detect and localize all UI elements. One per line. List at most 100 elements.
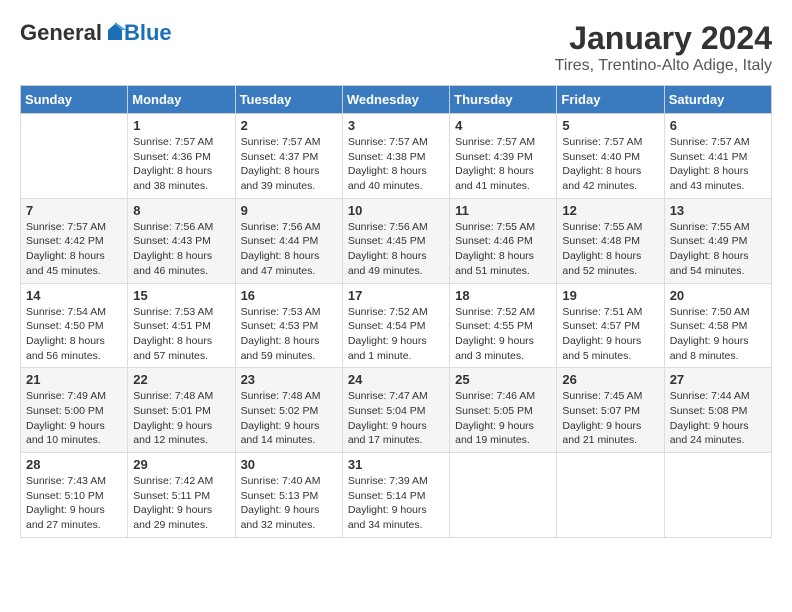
day-number: 19 [562, 288, 658, 303]
calendar-cell: 2 Sunrise: 7:57 AM Sunset: 4:37 PM Daylig… [235, 114, 342, 199]
calendar-cell: 8Sunrise: 7:56 AM Sunset: 4:43 PM Daylig… [128, 198, 235, 283]
calendar-cell: 5 Sunrise: 7:57 AM Sunset: 4:40 PM Daylig… [557, 114, 664, 199]
day-info: Sunrise: 7:57 AM Sunset: 4:37 PM Dayligh… [241, 135, 337, 194]
day-info: Sunrise: 7:45 AM Sunset: 5:07 PM Dayligh… [562, 389, 658, 448]
day-info: Sunrise: 7:57 AM Sunset: 4:36 PM Dayligh… [133, 135, 229, 194]
day-info: Sunrise: 7:55 AM Sunset: 4:49 PM Dayligh… [670, 220, 766, 279]
day-info: Sunrise: 7:54 AM Sunset: 4:50 PM Dayligh… [26, 305, 122, 364]
day-number: 17 [348, 288, 444, 303]
day-number: 31 [348, 457, 444, 472]
calendar-cell: 21Sunrise: 7:49 AM Sunset: 5:00 PM Dayli… [21, 368, 128, 453]
day-info: Sunrise: 7:39 AM Sunset: 5:14 PM Dayligh… [348, 474, 444, 533]
calendar-cell: 1 Sunrise: 7:57 AM Sunset: 4:36 PM Daylig… [128, 114, 235, 199]
day-number: 1 [133, 118, 229, 133]
day-info: Sunrise: 7:43 AM Sunset: 5:10 PM Dayligh… [26, 474, 122, 533]
day-info: Sunrise: 7:55 AM Sunset: 4:48 PM Dayligh… [562, 220, 658, 279]
day-info: Sunrise: 7:40 AM Sunset: 5:13 PM Dayligh… [241, 474, 337, 533]
day-info: Sunrise: 7:57 AM Sunset: 4:42 PM Dayligh… [26, 220, 122, 279]
calendar-cell [450, 453, 557, 538]
calendar-cell: 3 Sunrise: 7:57 AM Sunset: 4:38 PM Daylig… [342, 114, 449, 199]
day-info: Sunrise: 7:57 AM Sunset: 4:41 PM Dayligh… [670, 135, 766, 194]
calendar-cell: 14 Sunrise: 7:54 AM Sunset: 4:50 PM Dayli… [21, 283, 128, 368]
day-number: 10 [348, 203, 444, 218]
day-number: 8 [133, 203, 229, 218]
day-info: Sunrise: 7:57 AM Sunset: 4:38 PM Dayligh… [348, 135, 444, 194]
day-number: 29 [133, 457, 229, 472]
day-info: Sunrise: 7:51 AM Sunset: 4:57 PM Dayligh… [562, 305, 658, 364]
weekday-header-wednesday: Wednesday [342, 86, 449, 114]
header: General Blue January 2024 Tires, Trentin… [20, 20, 772, 75]
logo: General Blue [20, 20, 172, 46]
weekday-header-sunday: Sunday [21, 86, 128, 114]
day-number: 23 [241, 372, 337, 387]
day-info: Sunrise: 7:57 AM Sunset: 4:39 PM Dayligh… [455, 135, 551, 194]
day-number: 20 [670, 288, 766, 303]
day-number: 2 [241, 118, 337, 133]
calendar-cell: 25 Sunrise: 7:46 AM Sunset: 5:05 PM Dayli… [450, 368, 557, 453]
calendar-cell: 4 Sunrise: 7:57 AM Sunset: 4:39 PM Daylig… [450, 114, 557, 199]
day-number: 18 [455, 288, 551, 303]
day-number: 25 [455, 372, 551, 387]
day-info: Sunrise: 7:44 AM Sunset: 5:08 PM Dayligh… [670, 389, 766, 448]
calendar-cell: 30Sunrise: 7:40 AM Sunset: 5:13 PM Dayli… [235, 453, 342, 538]
week-row-4: 21Sunrise: 7:49 AM Sunset: 5:00 PM Dayli… [21, 368, 772, 453]
weekday-header-thursday: Thursday [450, 86, 557, 114]
day-info: Sunrise: 7:56 AM Sunset: 4:44 PM Dayligh… [241, 220, 337, 279]
calendar-cell: 27 Sunrise: 7:44 AM Sunset: 5:08 PM Dayli… [664, 368, 771, 453]
calendar-cell: 18 Sunrise: 7:52 AM Sunset: 4:55 PM Dayli… [450, 283, 557, 368]
calendar-cell: 9 Sunrise: 7:56 AM Sunset: 4:44 PM Daylig… [235, 198, 342, 283]
day-number: 21 [26, 372, 122, 387]
day-info: Sunrise: 7:48 AM Sunset: 5:01 PM Dayligh… [133, 389, 229, 448]
day-info: Sunrise: 7:53 AM Sunset: 4:51 PM Dayligh… [133, 305, 229, 364]
day-info: Sunrise: 7:48 AM Sunset: 5:02 PM Dayligh… [241, 389, 337, 448]
day-number: 6 [670, 118, 766, 133]
logo-general-text: General [20, 20, 102, 46]
calendar-cell [664, 453, 771, 538]
day-number: 26 [562, 372, 658, 387]
day-info: Sunrise: 7:52 AM Sunset: 4:55 PM Dayligh… [455, 305, 551, 364]
calendar-cell: 24 Sunrise: 7:47 AM Sunset: 5:04 PM Dayli… [342, 368, 449, 453]
day-number: 7 [26, 203, 122, 218]
day-number: 14 [26, 288, 122, 303]
weekday-header-row: SundayMondayTuesdayWednesdayThursdayFrid… [21, 86, 772, 114]
day-number: 16 [241, 288, 337, 303]
calendar-cell: 10 Sunrise: 7:56 AM Sunset: 4:45 PM Dayli… [342, 198, 449, 283]
calendar-cell: 11Sunrise: 7:55 AM Sunset: 4:46 PM Dayli… [450, 198, 557, 283]
day-number: 4 [455, 118, 551, 133]
day-number: 27 [670, 372, 766, 387]
calendar-cell: 7 Sunrise: 7:57 AM Sunset: 4:42 PM Daylig… [21, 198, 128, 283]
day-info: Sunrise: 7:57 AM Sunset: 4:40 PM Dayligh… [562, 135, 658, 194]
week-row-3: 14 Sunrise: 7:54 AM Sunset: 4:50 PM Dayli… [21, 283, 772, 368]
calendar-cell: 22 Sunrise: 7:48 AM Sunset: 5:01 PM Dayli… [128, 368, 235, 453]
day-number: 9 [241, 203, 337, 218]
week-row-2: 7 Sunrise: 7:57 AM Sunset: 4:42 PM Daylig… [21, 198, 772, 283]
calendar-cell: 17 Sunrise: 7:52 AM Sunset: 4:54 PM Dayli… [342, 283, 449, 368]
logo-icon [104, 22, 126, 44]
weekday-header-saturday: Saturday [664, 86, 771, 114]
day-number: 15 [133, 288, 229, 303]
day-number: 5 [562, 118, 658, 133]
day-number: 3 [348, 118, 444, 133]
weekday-header-friday: Friday [557, 86, 664, 114]
calendar-cell: 26 Sunrise: 7:45 AM Sunset: 5:07 PM Dayli… [557, 368, 664, 453]
calendar-cell: 29 Sunrise: 7:42 AM Sunset: 5:11 PM Dayli… [128, 453, 235, 538]
day-number: 22 [133, 372, 229, 387]
day-number: 11 [455, 203, 551, 218]
day-number: 24 [348, 372, 444, 387]
day-info: Sunrise: 7:50 AM Sunset: 4:58 PM Dayligh… [670, 305, 766, 364]
calendar-cell: 12Sunrise: 7:55 AM Sunset: 4:48 PM Dayli… [557, 198, 664, 283]
day-info: Sunrise: 7:42 AM Sunset: 5:11 PM Dayligh… [133, 474, 229, 533]
calendar-cell: 16 Sunrise: 7:53 AM Sunset: 4:53 PM Dayli… [235, 283, 342, 368]
day-info: Sunrise: 7:52 AM Sunset: 4:54 PM Dayligh… [348, 305, 444, 364]
day-number: 28 [26, 457, 122, 472]
day-info: Sunrise: 7:47 AM Sunset: 5:04 PM Dayligh… [348, 389, 444, 448]
calendar-cell: 28 Sunrise: 7:43 AM Sunset: 5:10 PM Dayli… [21, 453, 128, 538]
calendar-cell: 19 Sunrise: 7:51 AM Sunset: 4:57 PM Dayli… [557, 283, 664, 368]
calendar-cell: 23 Sunrise: 7:48 AM Sunset: 5:02 PM Dayli… [235, 368, 342, 453]
calendar-cell: 13Sunrise: 7:55 AM Sunset: 4:49 PM Dayli… [664, 198, 771, 283]
week-row-1: 1 Sunrise: 7:57 AM Sunset: 4:36 PM Daylig… [21, 114, 772, 199]
weekday-header-tuesday: Tuesday [235, 86, 342, 114]
day-info: Sunrise: 7:46 AM Sunset: 5:05 PM Dayligh… [455, 389, 551, 448]
day-info: Sunrise: 7:56 AM Sunset: 4:45 PM Dayligh… [348, 220, 444, 279]
day-info: Sunrise: 7:53 AM Sunset: 4:53 PM Dayligh… [241, 305, 337, 364]
